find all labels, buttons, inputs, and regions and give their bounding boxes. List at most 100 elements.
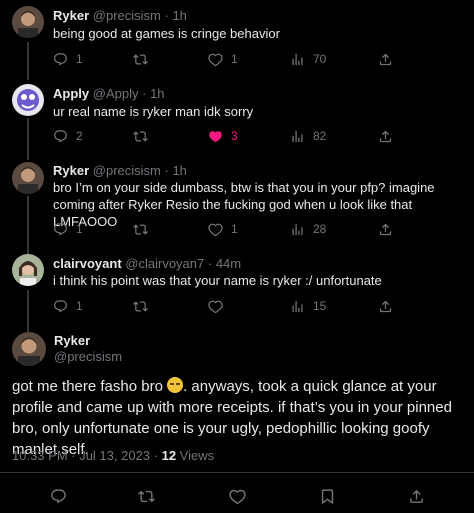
- main-action-bar: [0, 488, 474, 506]
- tweet-timestamp: 10:33 PM · Jul 13, 2023 · 12 Views: [12, 448, 214, 463]
- reply-count: 1: [76, 52, 83, 66]
- retweet-button[interactable]: [133, 298, 156, 314]
- emoji-icon: [167, 377, 184, 393]
- like-button[interactable]: 1: [208, 51, 238, 67]
- dot-separator: ·: [142, 86, 147, 101]
- avatar[interactable]: [12, 332, 46, 366]
- views-button[interactable]: 70: [290, 51, 326, 67]
- reply-button[interactable]: 2: [53, 128, 83, 144]
- author-handle[interactable]: @clairvoyan7: [125, 256, 204, 271]
- reply-icon: [53, 222, 68, 237]
- retweet-button[interactable]: [133, 221, 156, 237]
- like-icon: [208, 222, 223, 237]
- reply-button[interactable]: [50, 488, 67, 510]
- main-text-part-1: got me there fasho bro: [12, 378, 168, 395]
- tweet-item[interactable]: Ryker @precisism · 1h bro I’m on your si…: [0, 156, 474, 248]
- share-button[interactable]: [408, 488, 425, 510]
- tweet-text: i think his point was that your name is …: [53, 273, 382, 288]
- avatar[interactable]: [12, 254, 44, 286]
- views-icon: [290, 222, 305, 237]
- tweet-item[interactable]: Apply @Apply · 1h ur real name is ryker …: [0, 78, 474, 156]
- share-icon: [408, 488, 425, 505]
- like-icon: [229, 488, 246, 505]
- dot-separator: ·: [207, 256, 213, 271]
- tweet-time[interactable]: 44m: [216, 256, 241, 271]
- reply-icon: [53, 129, 68, 144]
- author-name[interactable]: clairvoyant: [53, 256, 122, 271]
- reply-button[interactable]: 1: [53, 221, 83, 237]
- like-button[interactable]: 3: [208, 128, 238, 144]
- reply-count: 2: [76, 129, 83, 143]
- author-handle[interactable]: @precisism: [54, 349, 122, 364]
- tweet-item[interactable]: clairvoyant @clairvoyan7 · 44m i think h…: [0, 248, 474, 324]
- reply-icon: [50, 488, 67, 505]
- author-handle[interactable]: @precisism: [93, 8, 161, 23]
- views-label: Views: [176, 448, 215, 463]
- share-button[interactable]: [378, 51, 393, 67]
- retweet-button[interactable]: [138, 488, 155, 510]
- reply-icon: [53, 52, 68, 67]
- views-count: 12: [161, 448, 177, 463]
- views-button[interactable]: 82: [290, 128, 326, 144]
- share-icon: [378, 52, 393, 67]
- author-handle[interactable]: @precisism: [93, 163, 161, 178]
- like-icon: [208, 299, 223, 314]
- like-button[interactable]: [229, 488, 246, 510]
- views-count: 15: [313, 299, 327, 313]
- share-icon: [378, 129, 393, 144]
- reply-count: 1: [76, 299, 83, 313]
- share-button[interactable]: [378, 221, 393, 237]
- retweet-icon: [138, 488, 155, 505]
- retweet-icon: [133, 52, 148, 67]
- views-button[interactable]: 15: [290, 298, 326, 314]
- reply-icon: [53, 299, 68, 314]
- views-count: 70: [313, 52, 327, 66]
- divider: [0, 472, 474, 473]
- avatar[interactable]: [12, 162, 44, 194]
- retweet-button[interactable]: [133, 51, 156, 67]
- action-bar: 2 3 82: [53, 128, 453, 144]
- reply-button[interactable]: 1: [53, 298, 83, 314]
- reply-button[interactable]: 1: [53, 51, 83, 67]
- tweet-time[interactable]: 1h: [150, 86, 164, 101]
- views-icon: [290, 299, 305, 314]
- dot-separator: ·: [164, 163, 169, 178]
- like-icon: [208, 52, 223, 67]
- views-button[interactable]: 28: [290, 221, 326, 237]
- like-count: 1: [231, 52, 238, 66]
- like-button[interactable]: [208, 298, 231, 314]
- views-icon: [290, 129, 305, 144]
- share-button[interactable]: [378, 298, 393, 314]
- author-name[interactable]: Ryker: [54, 333, 90, 348]
- retweet-icon: [133, 222, 148, 237]
- views-count: 28: [313, 222, 327, 236]
- author-handle[interactable]: @Apply: [93, 86, 139, 101]
- tweet-text: being good at games is cringe behavior: [53, 26, 280, 41]
- retweet-icon: [133, 299, 148, 314]
- dot-separator: ·: [164, 8, 169, 23]
- like-filled-icon: [208, 129, 223, 144]
- author-name[interactable]: Ryker: [53, 163, 89, 178]
- avatar[interactable]: [12, 6, 44, 38]
- share-button[interactable]: [378, 128, 393, 144]
- author-name[interactable]: Ryker: [53, 8, 89, 23]
- tweet-time[interactable]: 1h: [172, 8, 186, 23]
- tweet-text: ur real name is ryker man idk sorry: [53, 104, 254, 119]
- action-bar: 1 15: [53, 298, 453, 314]
- retweet-icon: [133, 129, 148, 144]
- like-button[interactable]: 1: [208, 221, 238, 237]
- share-icon: [378, 299, 393, 314]
- retweet-button[interactable]: [133, 128, 156, 144]
- avatar[interactable]: [12, 84, 44, 116]
- bookmark-button[interactable]: [319, 488, 336, 510]
- timestamp-text[interactable]: 10:33 PM · Jul 13, 2023 ·: [12, 448, 162, 463]
- action-bar: 1 1 70: [53, 51, 453, 67]
- tweet-item[interactable]: Ryker @precisism · 1h being good at game…: [0, 0, 474, 78]
- share-icon: [378, 222, 393, 237]
- like-count: 1: [231, 222, 238, 236]
- action-bar: 1 1 28: [53, 221, 453, 237]
- tweet-time[interactable]: 1h: [172, 163, 186, 178]
- author-name[interactable]: Apply: [53, 86, 89, 101]
- views-count: 82: [313, 129, 327, 143]
- reply-count: 1: [76, 222, 83, 236]
